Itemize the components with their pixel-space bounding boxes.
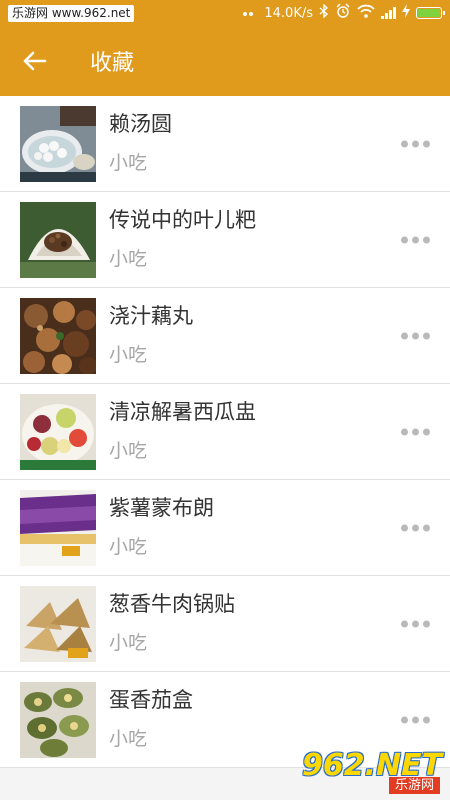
- recipe-title: 赖汤圆: [109, 111, 172, 136]
- recipe-category: 小吃: [109, 247, 148, 270]
- recipe-thumbnail: [20, 681, 96, 758]
- item-text: 清凉解暑西瓜盅 小吃: [109, 394, 450, 470]
- recipe-title: 葱香牛肉锅贴: [109, 591, 235, 616]
- dot: [401, 236, 408, 243]
- site-watermark: 乐游网 www.962.net: [8, 4, 135, 22]
- signal-dots-icon: [242, 6, 258, 21]
- site-logo: 962.NET 乐游网: [302, 748, 444, 794]
- item-text: 浇汁藕丸 小吃: [109, 298, 450, 374]
- dot: [401, 428, 408, 435]
- more-options-button[interactable]: [401, 614, 430, 633]
- list-item[interactable]: 清凉解暑西瓜盅 小吃: [0, 384, 450, 480]
- dot: [423, 140, 430, 147]
- dot: [412, 716, 419, 723]
- recipe-title: 浇汁藕丸: [109, 303, 193, 328]
- logo-subtext: 乐游网: [388, 777, 440, 794]
- item-text: 紫薯蒙布朗 小吃: [109, 490, 450, 566]
- dot: [423, 524, 430, 531]
- screen: 乐游网 www.962.net 14.0K/s 收藏 赖汤圆 小吃 传说中的叶儿…: [0, 0, 450, 800]
- battery-icon: [416, 7, 445, 19]
- dot: [423, 620, 430, 627]
- list-item[interactable]: 葱香牛肉锅贴 小吃: [0, 576, 450, 672]
- recipe-title: 蛋香茄盒: [109, 687, 193, 712]
- status-bar: 乐游网 www.962.net 14.0K/s: [0, 0, 450, 26]
- list-item[interactable]: 赖汤圆 小吃: [0, 96, 450, 192]
- dot: [401, 140, 408, 147]
- recipe-category: 小吃: [109, 439, 148, 462]
- dot: [423, 428, 430, 435]
- recipe-title: 清凉解暑西瓜盅: [109, 399, 256, 424]
- recipe-title: 紫薯蒙布朗: [109, 495, 214, 520]
- bluetooth-icon: [319, 3, 329, 22]
- cell-signal-icon: [381, 7, 396, 19]
- more-options-button[interactable]: [401, 422, 430, 441]
- recipe-category: 小吃: [109, 343, 148, 366]
- recipe-category: 小吃: [109, 727, 148, 750]
- more-options-button[interactable]: [401, 710, 430, 729]
- dot: [412, 620, 419, 627]
- recipe-thumbnail: [20, 489, 96, 566]
- list-item[interactable]: 浇汁藕丸 小吃: [0, 288, 450, 384]
- dot: [423, 236, 430, 243]
- dot: [423, 332, 430, 339]
- recipe-thumbnail: [20, 297, 96, 374]
- favorites-list: 赖汤圆 小吃 传说中的叶儿粑 小吃 浇汁藕丸 小吃 清凉解暑西瓜盅 小吃 紫薯蒙…: [0, 96, 450, 768]
- wifi-icon: [357, 4, 375, 22]
- more-options-button[interactable]: [401, 326, 430, 345]
- item-text: 葱香牛肉锅贴 小吃: [109, 586, 450, 662]
- battery-fill: [418, 9, 440, 17]
- recipe-category: 小吃: [109, 631, 148, 654]
- dot: [401, 332, 408, 339]
- network-speed: 14.0K/s: [264, 5, 313, 21]
- app-bar: 收藏: [0, 26, 450, 96]
- charging-icon: [402, 4, 410, 22]
- dot: [401, 524, 408, 531]
- page-title: 收藏: [90, 51, 135, 76]
- status-icons: 14.0K/s: [242, 3, 445, 23]
- dot: [401, 620, 408, 627]
- item-text: 蛋香茄盒 小吃: [109, 682, 450, 758]
- alarm-icon: [335, 3, 351, 23]
- recipe-category: 小吃: [109, 151, 148, 174]
- more-options-button[interactable]: [401, 518, 430, 537]
- dot: [412, 524, 419, 531]
- recipe-thumbnail: [20, 201, 96, 278]
- dot: [412, 140, 419, 147]
- item-text: 赖汤圆 小吃: [109, 106, 450, 182]
- recipe-thumbnail: [20, 393, 96, 470]
- list-item[interactable]: 紫薯蒙布朗 小吃: [0, 480, 450, 576]
- dot: [423, 716, 430, 723]
- recipe-thumbnail: [20, 105, 96, 182]
- recipe-category: 小吃: [109, 535, 148, 558]
- recipe-title: 传说中的叶儿粑: [109, 207, 256, 232]
- dot: [412, 332, 419, 339]
- back-button[interactable]: [0, 26, 70, 96]
- dot: [401, 716, 408, 723]
- more-options-button[interactable]: [401, 230, 430, 249]
- arrow-left-icon: [23, 51, 47, 71]
- dot: [412, 236, 419, 243]
- item-text: 传说中的叶儿粑 小吃: [109, 202, 450, 278]
- recipe-thumbnail: [20, 585, 96, 662]
- more-options-button[interactable]: [401, 134, 430, 153]
- list-item[interactable]: 传说中的叶儿粑 小吃: [0, 192, 450, 288]
- dot: [412, 428, 419, 435]
